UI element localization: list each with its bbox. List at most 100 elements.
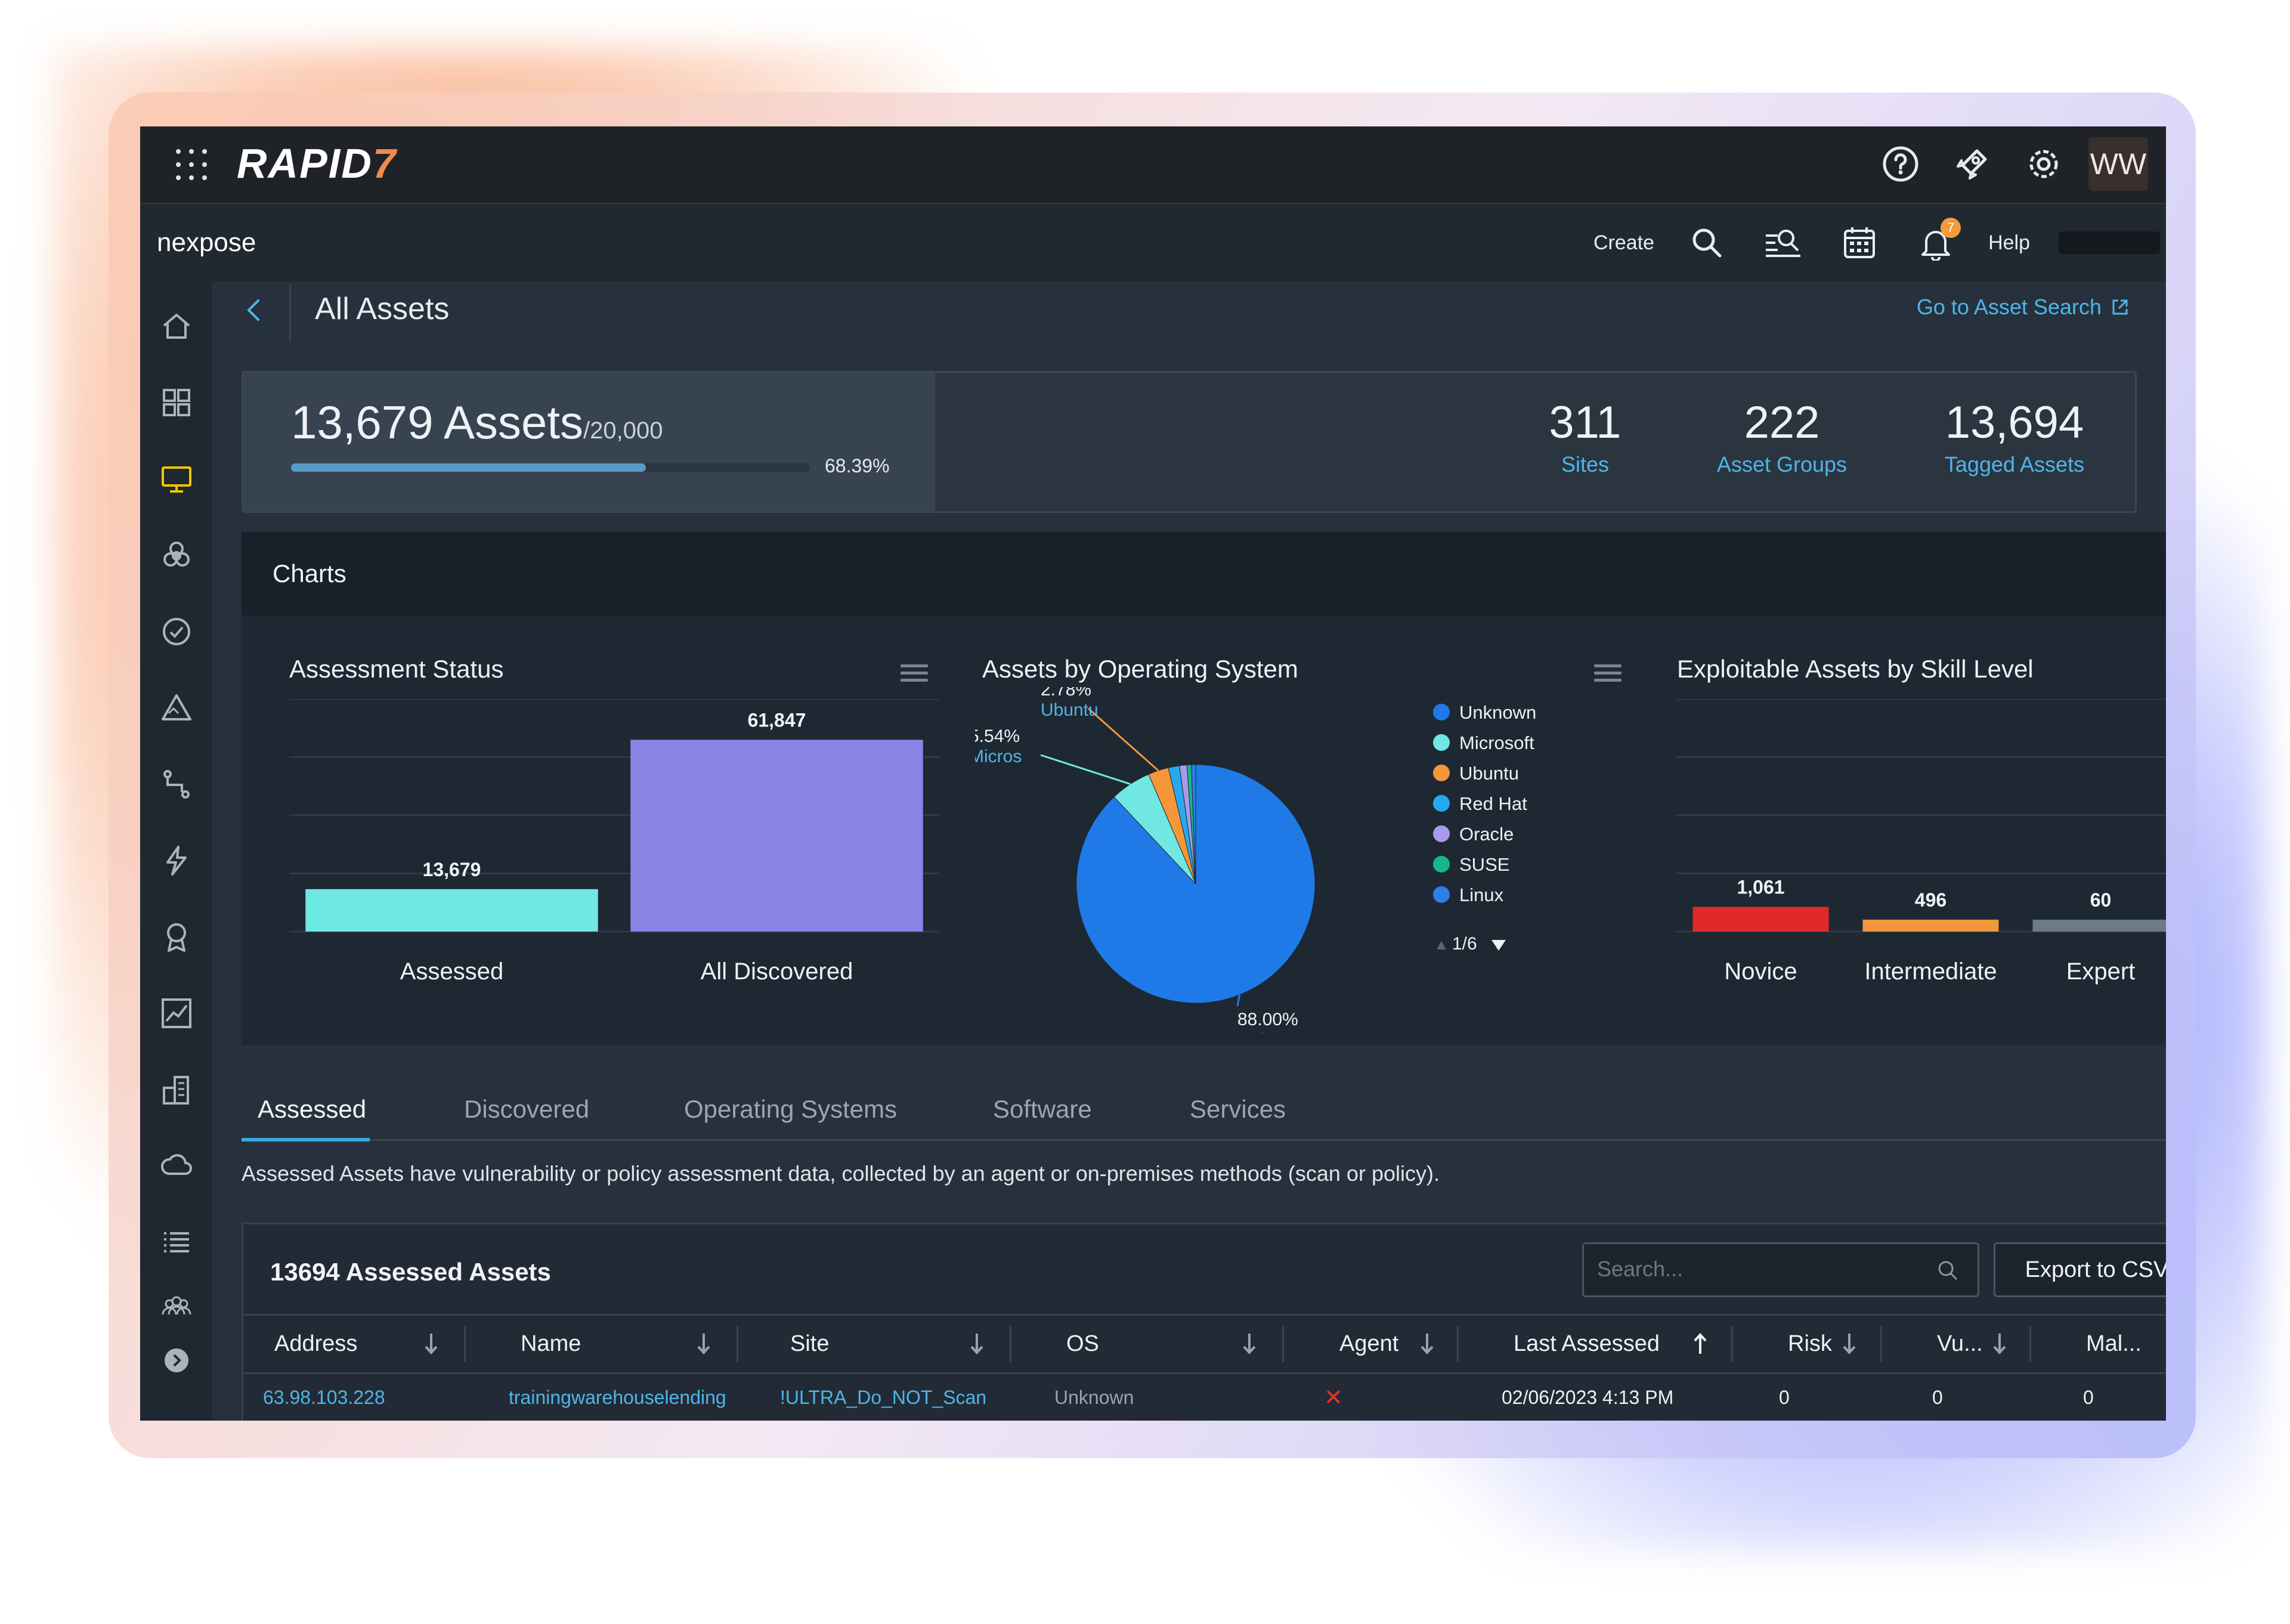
app-launcher-icon[interactable] [176, 149, 209, 182]
legend-swatch [1433, 856, 1450, 873]
legend-page: 1/6 [1452, 934, 1477, 954]
asset-tabs: Assessed Discovered Operating Systems So… [242, 1091, 2166, 1142]
calendar-icon[interactable] [1836, 219, 1883, 267]
vulnerabilities-biohazard-icon[interactable] [156, 534, 197, 576]
sort-down-icon[interactable] [422, 1330, 440, 1357]
page-title: All Assets [315, 292, 450, 326]
stat-sites-label: Sites [1561, 452, 1610, 477]
col-separator [1282, 1326, 1284, 1362]
cell-site[interactable]: !ULTRA_Do_NOT_Scan [780, 1387, 986, 1409]
notifications-bell-icon[interactable]: 7 [1912, 218, 1961, 267]
expand-sidebar-icon[interactable] [156, 1340, 197, 1381]
callout-line [1040, 754, 1131, 785]
col-vulnerabilities[interactable]: Vu... [1937, 1331, 1983, 1357]
stat-tagged-assets[interactable]: 13,694 Tagged Assets [1913, 397, 2116, 477]
tab-assessed[interactable]: Assessed [242, 1095, 370, 1142]
license-usage-bar [291, 463, 810, 472]
col-agent[interactable]: Agent [1339, 1331, 1398, 1357]
rocket-icon[interactable] [1945, 137, 1999, 191]
cloud-sync-icon[interactable] [156, 1145, 197, 1187]
col-separator [464, 1326, 466, 1362]
active-tab-indicator [242, 1138, 370, 1142]
create-button[interactable]: Create [1593, 231, 1654, 255]
go-to-asset-search-link[interactable]: Go to Asset Search [1917, 295, 2130, 320]
cell-last-assessed: 02/06/2023 4:13 PM [1502, 1387, 1674, 1408]
col-risk[interactable]: Risk [1788, 1331, 1832, 1357]
tab-software[interactable]: Software [993, 1095, 1092, 1124]
data-label: 13,679 [423, 859, 481, 880]
product-name: nexpose [157, 228, 256, 257]
col-site[interactable]: Site [790, 1331, 829, 1357]
asset-search-icon[interactable] [1759, 219, 1807, 267]
callout-name: Ubuntu [1041, 700, 1098, 720]
home-icon[interactable] [156, 305, 197, 347]
asset-summary-panel: 13,679 Assets/20,000 68.39% 311 Sites 22… [242, 371, 2137, 513]
list-icon[interactable] [156, 1221, 197, 1263]
data-label: 1,061 [1737, 877, 1784, 898]
col-address[interactable]: Address [274, 1331, 357, 1357]
asset-search-link-label: Go to Asset Search [1916, 295, 2102, 319]
charts-title: Charts [273, 559, 346, 587]
search-icon[interactable] [1683, 219, 1731, 267]
col-malware[interactable]: Mal... [2086, 1331, 2142, 1357]
sort-down-icon[interactable] [1991, 1330, 2009, 1357]
legend-label: Ubuntu [1459, 763, 1519, 784]
reports-ribbon-icon[interactable] [156, 916, 197, 958]
tab-assessed-label: Assessed [258, 1095, 367, 1123]
help-link[interactable]: Help [1988, 231, 2030, 255]
sort-down-icon[interactable] [695, 1330, 713, 1357]
cell-name[interactable]: trainingwarehouselending [509, 1387, 726, 1409]
stat-sites[interactable]: 311 Sites [1520, 397, 1651, 477]
col-separator [736, 1326, 738, 1362]
table-row[interactable]: 63.98.103.228 trainingwarehouselending !… [243, 1374, 2166, 1421]
sort-down-icon[interactable] [1240, 1330, 1258, 1357]
tab-operating-systems[interactable]: Operating Systems [684, 1095, 897, 1124]
sort-down-icon[interactable] [1840, 1330, 1858, 1357]
help-circle-icon[interactable] [1874, 137, 1927, 191]
remediation-path-icon[interactable] [156, 763, 197, 805]
table-search-input[interactable] [1596, 1252, 1920, 1286]
os-chart-menu-icon[interactable] [1594, 664, 1621, 686]
callout-name: Unknown [1237, 1030, 1312, 1033]
dashboard-icon[interactable] [156, 382, 197, 423]
legend-swatch [1433, 765, 1450, 781]
col-os[interactable]: OS [1066, 1331, 1099, 1357]
cell-malware: 0 [2083, 1387, 2094, 1408]
users-group-icon[interactable] [156, 1286, 197, 1328]
col-separator [1880, 1326, 1882, 1362]
category-label: Assessed [400, 958, 503, 985]
legend-label: Red Hat [1459, 793, 1527, 814]
assets-monitor-icon[interactable] [156, 458, 197, 500]
back-chevron-icon[interactable] [236, 292, 271, 328]
sort-up-icon[interactable] [1691, 1330, 1709, 1357]
search-icon[interactable] [1936, 1258, 1960, 1282]
stat-sites-value: 311 [1549, 397, 1621, 448]
buildings-icon[interactable] [156, 1069, 197, 1110]
policies-check-icon[interactable] [156, 611, 197, 652]
export-csv-button[interactable]: Export to CSV [1994, 1242, 2166, 1297]
data-label: 60 [2090, 889, 2112, 911]
legend-prev-icon [1437, 941, 1446, 949]
settings-gear-icon[interactable] [2017, 137, 2071, 191]
tab-services[interactable]: Services [1190, 1095, 1286, 1124]
charts-header: Charts [242, 532, 2166, 615]
bar-assessed [305, 889, 598, 932]
tab-discovered[interactable]: Discovered [464, 1095, 589, 1124]
cell-address[interactable]: 63.98.103.228 [263, 1387, 385, 1409]
automation-bolt-icon[interactable] [156, 840, 197, 881]
sort-down-icon[interactable] [968, 1330, 986, 1357]
col-last-assessed[interactable]: Last Assessed [1514, 1331, 1660, 1357]
legend-swatch [1433, 734, 1450, 751]
stat-asset-groups[interactable]: 222 Asset Groups [1692, 397, 1871, 477]
alerts-triangle-icon[interactable] [156, 687, 197, 729]
stat-asset-groups-value: 222 [1744, 397, 1820, 448]
sort-down-icon[interactable] [1418, 1330, 1436, 1357]
stat-tagged-assets-value: 13,694 [1945, 397, 2084, 448]
bar-all-discovered [630, 740, 923, 932]
assessment-chart-menu-icon[interactable] [900, 664, 928, 686]
user-avatar[interactable]: WW [2088, 137, 2148, 191]
col-separator [1010, 1326, 1011, 1362]
col-name[interactable]: Name [521, 1331, 581, 1357]
trends-chart-icon[interactable] [156, 992, 197, 1034]
callout-percent: 5.54% [975, 726, 1020, 746]
